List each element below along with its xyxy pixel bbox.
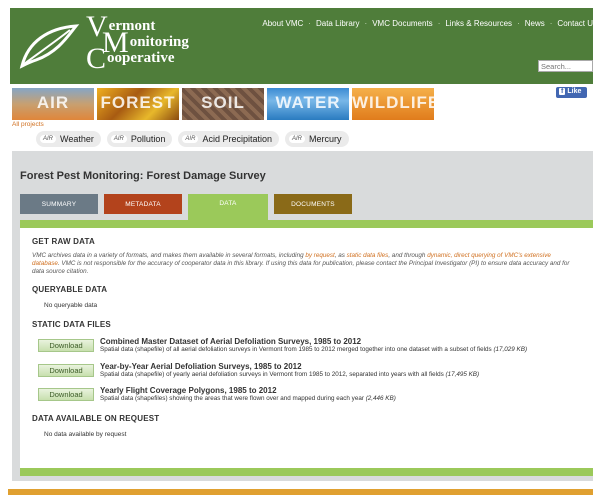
all-projects-link[interactable]: All projects (12, 121, 44, 128)
topic-wildlife[interactable]: WILDLIFE (352, 88, 434, 120)
project-tabs: SUMMARY METADATA DATA DOCUMENTS (20, 194, 352, 220)
subtopic-acid-precipitation[interactable]: AIR Acid Precipitation (178, 131, 279, 147)
nav-separator: · (437, 19, 441, 28)
nav-news[interactable]: News (525, 19, 545, 28)
file-title[interactable]: Yearly Flight Coverage Polygons, 1985 to… (100, 386, 540, 395)
footer-bar (8, 489, 593, 495)
facebook-icon: f (559, 88, 566, 95)
raw-data-heading: GET RAW DATA (32, 237, 95, 246)
nav-separator: · (549, 19, 553, 28)
subtopic-weather[interactable]: AIR Weather (36, 131, 101, 147)
file-row: Download Yearly Flight Coverage Polygons… (38, 386, 581, 403)
raw-data-intro: VMC archives data in a variety of format… (32, 252, 570, 275)
on-request-heading: DATA AVAILABLE ON REQUEST (32, 413, 160, 423)
queryable-data-empty: No queryable data (44, 302, 98, 309)
nav-separator: · (364, 19, 368, 28)
nav-about[interactable]: About VMC (262, 19, 303, 28)
tab-metadata[interactable]: METADATA (104, 194, 182, 214)
file-row: Download Combined Master Dataset of Aeri… (38, 337, 581, 354)
file-size: (17,029 KB) (493, 346, 528, 353)
file-size: (17,495 KB) (445, 370, 480, 378)
file-title[interactable]: Year-by-Year Aerial Defoliation Surveys,… (100, 362, 540, 371)
air-badge: AIR (182, 135, 199, 143)
air-badge: AIR (288, 135, 305, 143)
queryable-data-heading: QUERYABLE DATA (32, 285, 108, 294)
download-button[interactable]: Download (38, 339, 94, 352)
file-title[interactable]: Combined Master Dataset of Aerial Defoli… (100, 337, 540, 346)
tab-summary[interactable]: SUMMARY (20, 194, 98, 214)
on-request-empty: No data available by request (44, 430, 127, 438)
air-subtopics: AIR Weather AIR Pollution AIR Acid Precipit… (36, 131, 349, 147)
nav-vmc-documents[interactable]: VMC Documents (372, 19, 432, 28)
nav-links-resources[interactable]: Links & Resources (445, 19, 512, 28)
static-files-heading: STATIC DATA FILES (32, 320, 111, 329)
file-row: Download Year-by-Year Aerial Defoliation… (38, 362, 581, 379)
content-bottom-rule (20, 468, 593, 476)
project-panel: Forest Pest Monitoring: Forest Damage Su… (12, 151, 593, 481)
data-tab-content: GET RAW DATA VMC archives data in a vari… (20, 228, 593, 468)
search-input[interactable] (538, 60, 593, 72)
download-button[interactable]: Download (38, 363, 94, 377)
topic-air[interactable]: AIR (12, 88, 94, 120)
nav-contact[interactable]: Contact U (557, 19, 593, 28)
by-request-link[interactable]: by request (305, 252, 334, 259)
topic-strip: AIR FOREST SOIL WATER WILDLIFE (12, 88, 434, 120)
download-button[interactable]: Download (38, 388, 94, 401)
topic-forest[interactable]: FOREST (97, 88, 179, 120)
facebook-like-button[interactable]: f Like (556, 87, 587, 98)
site-logo-text[interactable]: Vermont Monitoring Cooperative (84, 12, 189, 74)
air-badge: AIR (110, 135, 127, 143)
file-description: Spatial data (shapefile) of yearly aeria… (100, 370, 444, 378)
tab-documents[interactable]: DOCUMENTS (274, 194, 352, 214)
nav-separator: · (517, 19, 520, 28)
top-navigation: About VMC · Data Library · VMC Documents… (262, 19, 593, 28)
page-title: Forest Pest Monitoring: Forest Damage Su… (20, 170, 266, 182)
nav-separator: · (308, 19, 311, 28)
topic-soil[interactable]: SOIL (182, 88, 264, 120)
file-description: Spatial data (shapefiles) showing the ar… (100, 395, 364, 402)
file-size: (2,446 KB) (365, 395, 396, 402)
subtopic-pollution[interactable]: AIR Pollution (106, 131, 173, 147)
air-badge: AIR (40, 135, 57, 143)
static-data-files-link[interactable]: static data files (347, 252, 389, 259)
subtopic-mercury[interactable]: AIR Mercury (284, 131, 349, 147)
tab-underline (20, 220, 593, 228)
nav-data-library[interactable]: Data Library (316, 19, 360, 28)
file-description: Spatial data (shapefile) of all aerial d… (100, 346, 492, 353)
topic-water[interactable]: WATER (267, 88, 349, 120)
site-header: Vermont Monitoring Cooperative About VMC… (10, 8, 593, 84)
tab-data[interactable]: DATA (188, 194, 268, 220)
leaf-logo-icon[interactable] (18, 22, 80, 72)
